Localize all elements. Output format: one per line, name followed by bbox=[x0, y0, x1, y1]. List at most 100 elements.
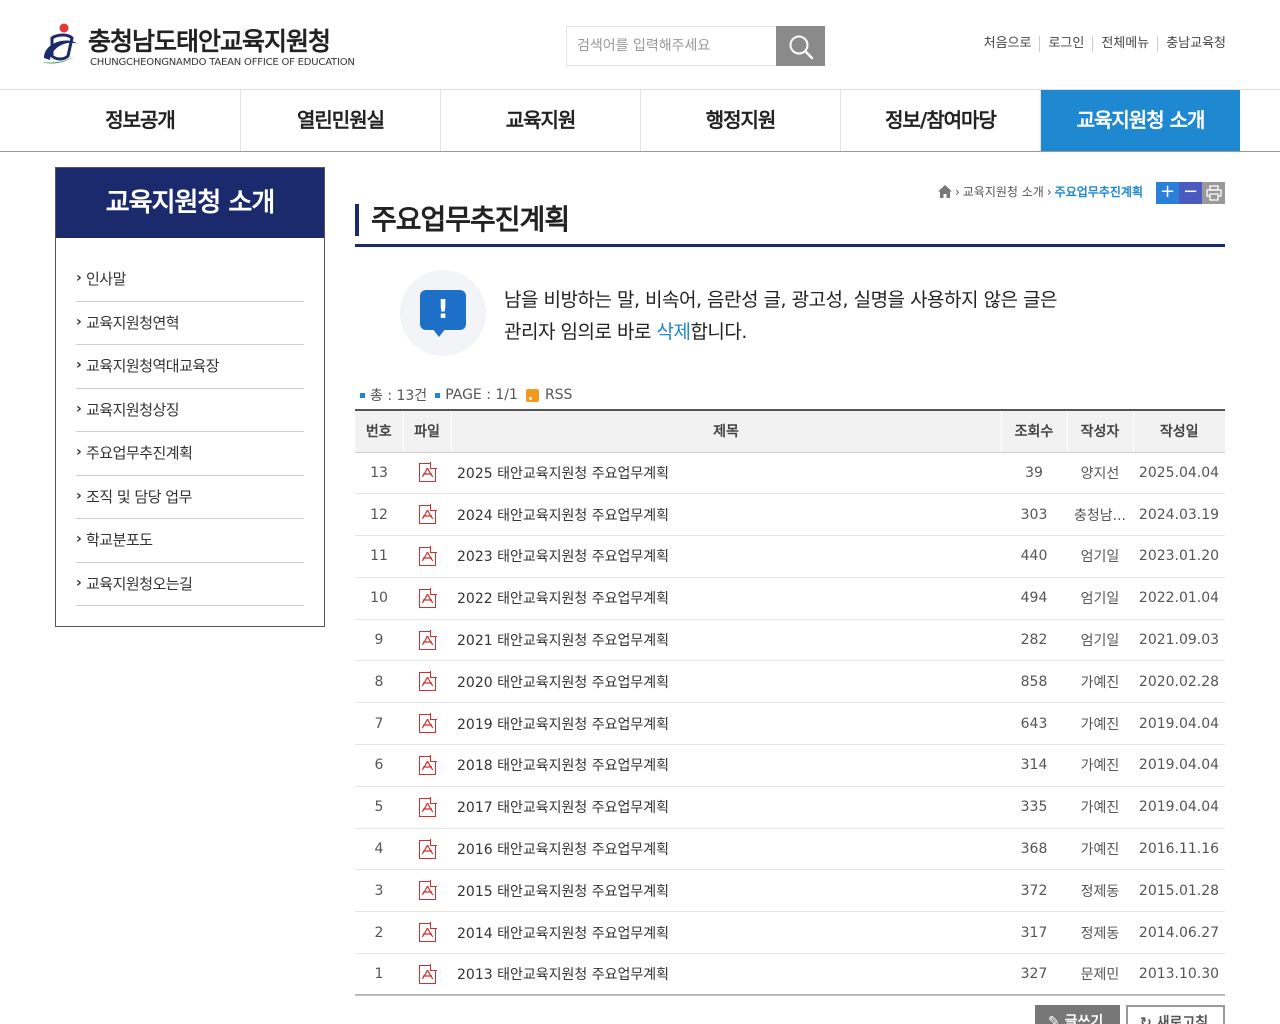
table-row: 13 2025 태안교육지원청 주요업무계획 39 양지선 2025.04.04 bbox=[355, 452, 1225, 495]
row-file[interactable] bbox=[403, 493, 451, 537]
row-file[interactable] bbox=[403, 911, 451, 955]
row-views: 327 bbox=[1001, 953, 1067, 997]
row-author: 정제동 bbox=[1067, 869, 1133, 913]
gnb-item-civil[interactable]: 열린민원실 bbox=[240, 90, 440, 151]
row-number: 10 bbox=[355, 577, 403, 620]
write-button[interactable]: ✎ 글쓰기 bbox=[1035, 1005, 1120, 1024]
row-author: 문제민 bbox=[1067, 953, 1133, 997]
side-nav-item-history[interactable]: 교육지원청연혁 bbox=[76, 301, 304, 345]
pdf-file-icon[interactable] bbox=[418, 838, 437, 859]
row-file[interactable] bbox=[403, 744, 451, 787]
bullet-icon bbox=[360, 392, 365, 398]
row-number: 12 bbox=[355, 493, 403, 537]
notice-box: ! 남을 비방하는 말, 비속어, 음란성 글, 광고성, 실명을 사용하지 않… bbox=[400, 270, 1190, 356]
side-nav-item-symbol[interactable]: 교육지원청상징 bbox=[76, 388, 304, 432]
row-title-link[interactable]: 2015 태안교육지원청 주요업무계획 bbox=[451, 869, 1001, 913]
pdf-file-icon[interactable] bbox=[418, 671, 437, 692]
pdf-file-icon[interactable] bbox=[418, 796, 437, 817]
row-views: 282 bbox=[1001, 619, 1067, 662]
row-file[interactable] bbox=[403, 828, 451, 871]
util-link-cne[interactable]: 충남교육청 bbox=[1157, 36, 1234, 52]
home-icon[interactable] bbox=[937, 185, 952, 198]
row-views: 643 bbox=[1001, 702, 1067, 746]
row-title-link[interactable]: 2017 태안교육지원청 주요업무계획 bbox=[451, 786, 1001, 829]
row-title-link[interactable]: 2025 태안교육지원청 주요업무계획 bbox=[451, 452, 1001, 495]
row-title-link[interactable]: 2018 태안교육지원청 주요업무계획 bbox=[451, 744, 1001, 787]
gnb-item-participation[interactable]: 정보/참여마당 bbox=[840, 90, 1040, 151]
table-row: 10 2022 태안교육지원청 주요업무계획 494 엄기일 2022.01.04 bbox=[355, 577, 1225, 620]
rss-link[interactable]: RSS bbox=[525, 387, 572, 403]
search-button[interactable] bbox=[776, 26, 825, 66]
side-nav-item-schools[interactable]: 학교분포도 bbox=[76, 518, 304, 563]
site-logo[interactable]: 충청남도태안교육지원청 CHUNGCHEONGNAMDO TAEAN OFFIC… bbox=[38, 20, 355, 72]
board-buttons: ✎ 글쓰기 ↻ 새로고침 bbox=[1035, 1005, 1225, 1024]
row-date: 2023.01.20 bbox=[1133, 535, 1225, 578]
row-date: 2019.04.04 bbox=[1133, 786, 1225, 829]
search-box bbox=[566, 26, 825, 66]
pdf-file-icon[interactable] bbox=[418, 504, 437, 525]
pdf-file-icon[interactable] bbox=[418, 713, 437, 734]
row-file[interactable] bbox=[403, 869, 451, 913]
table-row: 9 2021 태안교육지원청 주요업무계획 282 엄기일 2021.09.03 bbox=[355, 619, 1225, 662]
row-title-link[interactable]: 2016 태안교육지원청 주요업무계획 bbox=[451, 828, 1001, 871]
gnb-item-education[interactable]: 교육지원 bbox=[440, 90, 640, 151]
notice-highlight: 삭제 bbox=[656, 321, 691, 343]
table-row: 4 2016 태안교육지원청 주요업무계획 368 가예진 2016.11.16 bbox=[355, 828, 1225, 871]
search-input[interactable] bbox=[566, 26, 777, 66]
pdf-file-icon[interactable] bbox=[418, 922, 437, 943]
zoom-in-button[interactable]: + bbox=[1156, 182, 1179, 204]
row-title-link[interactable]: 2024 태안교육지원청 주요업무계획 bbox=[451, 493, 1001, 537]
pdf-file-icon[interactable] bbox=[418, 587, 437, 608]
pdf-file-icon[interactable] bbox=[418, 629, 437, 650]
side-nav-item-organization[interactable]: 조직 및 담당 업무 bbox=[76, 475, 304, 519]
print-button[interactable] bbox=[1202, 182, 1225, 204]
side-nav-item-greeting[interactable]: 인사말 bbox=[76, 257, 304, 302]
util-link-sitemap[interactable]: 전체메뉴 bbox=[1092, 36, 1157, 52]
gnb-item-info[interactable]: 정보공개 bbox=[40, 90, 240, 151]
row-title-link[interactable]: 2013 태안교육지원청 주요업무계획 bbox=[451, 953, 1001, 997]
side-nav-item-plans[interactable]: 주요업무추진계획 bbox=[76, 431, 304, 476]
row-file[interactable] bbox=[403, 619, 451, 662]
side-nav-item-superintendents[interactable]: 교육지원청역대교육장 bbox=[76, 344, 304, 389]
util-link-home[interactable]: 처음으로 bbox=[976, 36, 1040, 52]
pdf-file-icon[interactable] bbox=[418, 754, 437, 775]
row-views: 314 bbox=[1001, 744, 1067, 787]
breadcrumb-parent[interactable]: 교육지원청 소개 bbox=[963, 183, 1044, 200]
row-title-link[interactable]: 2023 태안교육지원청 주요업무계획 bbox=[451, 535, 1001, 578]
gnb-item-about[interactable]: 교육지원청 소개 bbox=[1040, 90, 1240, 151]
row-title-link[interactable]: 2020 태안교육지원청 주요업무계획 bbox=[451, 660, 1001, 704]
zoom-out-button[interactable]: − bbox=[1179, 182, 1202, 204]
row-file[interactable] bbox=[403, 535, 451, 578]
row-number: 13 bbox=[355, 452, 403, 495]
row-title-link[interactable]: 2021 태안교육지원청 주요업무계획 bbox=[451, 619, 1001, 662]
row-file[interactable] bbox=[403, 452, 451, 495]
row-title-link[interactable]: 2022 태안교육지원청 주요업무계획 bbox=[451, 577, 1001, 620]
row-file[interactable] bbox=[403, 702, 451, 746]
breadcrumb: › 교육지원청 소개 › 주요업무추진계획 bbox=[937, 183, 1143, 200]
row-file[interactable] bbox=[403, 660, 451, 704]
row-title-link[interactable]: 2014 태안교육지원청 주요업무계획 bbox=[451, 911, 1001, 955]
table-row: 5 2017 태안교육지원청 주요업무계획 335 가예진 2019.04.04 bbox=[355, 786, 1225, 829]
util-link-login[interactable]: 로그인 bbox=[1039, 36, 1092, 52]
row-views: 303 bbox=[1001, 493, 1067, 537]
pdf-file-icon[interactable] bbox=[418, 880, 437, 901]
main-navigation: 정보공개 열린민원실 교육지원 행정지원 정보/참여마당 교육지원청 소개 bbox=[0, 90, 1280, 152]
row-file[interactable] bbox=[403, 577, 451, 620]
row-file[interactable] bbox=[403, 786, 451, 829]
pdf-file-icon[interactable] bbox=[418, 963, 437, 984]
gnb-item-admin[interactable]: 행정지원 bbox=[640, 90, 840, 151]
row-title-link[interactable]: 2019 태안교육지원청 주요업무계획 bbox=[451, 702, 1001, 746]
table-row: 11 2023 태안교육지원청 주요업무계획 440 엄기일 2023.01.20 bbox=[355, 535, 1225, 578]
row-author: 정제동 bbox=[1067, 911, 1133, 955]
refresh-button[interactable]: ↻ 새로고침 bbox=[1126, 1005, 1225, 1024]
side-nav-item-directions[interactable]: 교육지원청오는길 bbox=[76, 562, 304, 606]
row-file[interactable] bbox=[403, 953, 451, 997]
row-views: 494 bbox=[1001, 577, 1067, 620]
page-tools: + − bbox=[1156, 182, 1225, 204]
row-author: 가예진 bbox=[1067, 786, 1133, 829]
board-info: 총 : 13건 PAGE : 1/1 RSS bbox=[360, 385, 580, 405]
rss-icon bbox=[525, 388, 539, 402]
pdf-file-icon[interactable] bbox=[418, 545, 437, 566]
pdf-file-icon[interactable] bbox=[418, 462, 437, 483]
table-row: 7 2019 태안교육지원청 주요업무계획 643 가예진 2019.04.04 bbox=[355, 702, 1225, 746]
